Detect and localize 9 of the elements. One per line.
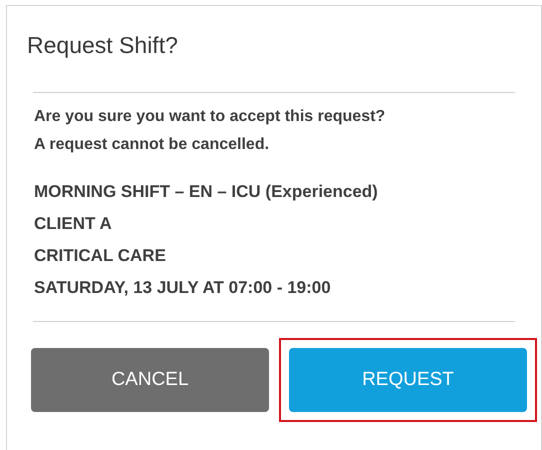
request-button[interactable]: REQUEST bbox=[289, 348, 527, 412]
dialog-title: Request Shift? bbox=[26, 31, 179, 60]
shift-detail: MORNING SHIFT – EN – ICU (Experienced) bbox=[34, 181, 379, 203]
confirmation-text: Are you sure you want to accept this request? bbox=[34, 107, 386, 127]
cancel-button[interactable]: CANCEL bbox=[31, 348, 269, 412]
shift-detail: SATURDAY, 13 JULY AT 07:00 - 19:00 bbox=[34, 277, 332, 299]
shift-detail: CRITICAL CARE bbox=[34, 245, 167, 267]
shift-detail: CLIENT A bbox=[34, 213, 113, 235]
confirmation-text: A request cannot be cancelled. bbox=[34, 135, 270, 155]
